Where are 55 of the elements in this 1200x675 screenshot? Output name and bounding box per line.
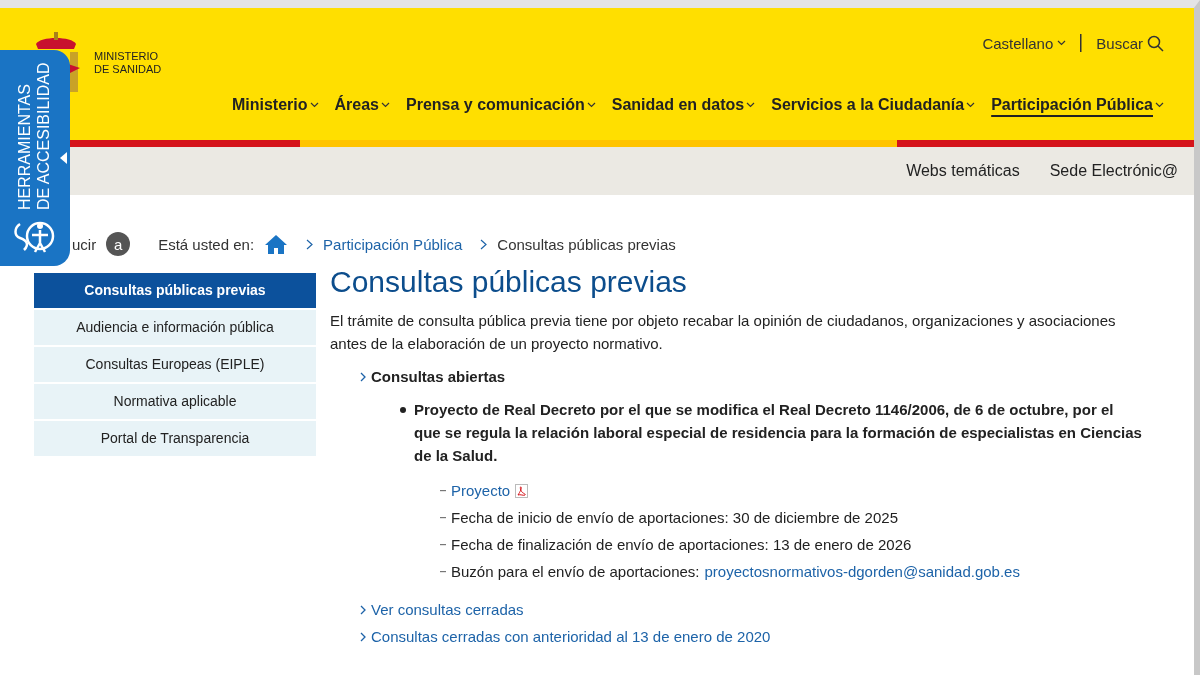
dash-icon	[440, 517, 446, 519]
page-title: Consultas públicas previas	[330, 265, 688, 299]
accessibility-tab[interactable]: HERRAMIENTAS DE ACCESIBILIDAD	[0, 50, 70, 266]
chevron-icon	[360, 604, 366, 615]
reader-badge[interactable]: a	[106, 232, 131, 256]
search-icon	[1147, 34, 1164, 52]
nav-menu-item[interactable]: Ministerio	[231, 96, 319, 118]
bullet-icon	[400, 407, 406, 413]
sidebar-item[interactable]: Normativa aplicable	[34, 384, 316, 419]
detail-text: Fecha de inicio de envío de aportaciones: 30 de diciembre de 2025	[451, 508, 898, 528]
dash-icon	[440, 571, 446, 573]
chevron-icon	[360, 371, 366, 382]
intro-paragraph: El trámite de consulta pública previa tiene por objeto recabar la opinión de ciudadanos, organizaciones y asociaciones antes de la elaboración de un proyecto normativo.	[330, 311, 1117, 354]
breadcrumb-link[interactable]: Participación Pública	[323, 235, 463, 253]
breadcrumb-current: Consultas públicas previas	[497, 235, 676, 253]
nav-menu-item[interactable]: Participación Pública	[991, 96, 1164, 118]
chevron-icon	[360, 631, 366, 642]
breadcrumb-label: Está usted en:	[158, 235, 255, 253]
nav-menu-item[interactable]: Áreas	[334, 96, 390, 118]
nav-menu-item[interactable]: Servicios a la Ciudadanía	[771, 96, 976, 118]
nav-menu-item[interactable]: Sanidad en datos	[611, 96, 756, 118]
chevron-down-icon	[586, 102, 596, 108]
sidebar-item[interactable]: Consultas Europeas (EIPLE)	[34, 347, 316, 382]
chevron-down-icon	[381, 102, 390, 108]
divider-line	[1080, 34, 1083, 52]
reader-label[interactable]: ucir	[72, 235, 97, 253]
language-selector[interactable]: Castellano	[982, 34, 1067, 52]
chevron-right-icon	[480, 238, 488, 250]
search-link[interactable]: Buscar	[1096, 34, 1164, 52]
nav-menu-item[interactable]: Prensa y comunicación	[406, 96, 596, 118]
subnav-link[interactable]: Sede Electrónic@	[1049, 162, 1178, 180]
detail-text: Buzón para el envío de aportaciones:	[451, 562, 700, 582]
section-link[interactable]: Consultas cerradas con anterioridad al 13 de enero de 2020	[371, 625, 771, 648]
home-icon[interactable]	[264, 233, 289, 255]
chevron-down-icon	[1155, 102, 1164, 108]
sidebar-item[interactable]: Consultas públicas previas	[34, 273, 316, 308]
ministry-logo-text: MINISTERIO DE SANIDAD	[94, 50, 162, 76]
section-heading: Consultas abiertas	[371, 367, 506, 387]
dash-icon	[440, 490, 446, 492]
chevron-down-icon	[1057, 40, 1067, 46]
chevron-right-icon	[306, 238, 314, 250]
dash-icon	[440, 544, 446, 546]
chevron-down-icon	[309, 102, 319, 108]
caret-icon	[60, 152, 67, 164]
chevron-down-icon	[966, 102, 976, 108]
email-link[interactable]: proyectosnormativos-dgorden@sanidad.gob.es	[704, 560, 1020, 584]
sidebar-item[interactable]: Portal de Transparencia	[34, 421, 316, 456]
chevron-down-icon	[746, 102, 756, 108]
project-link[interactable]: Proyecto	[451, 479, 511, 503]
pdf-icon	[515, 484, 529, 498]
project-title: Proyecto de Real Decreto por el que se modifica el Real Decreto 1146/2006, de 6 de octubre, por el que se regula la relación laboral especial de residencia para la formación de especialistas en Ciencias de la Salud.	[414, 400, 1142, 466]
detail-text: Fecha de finalización de envío de aportaciones: 13 de enero de 2026	[451, 535, 912, 555]
sidebar-item[interactable]: Audiencia e información pública	[34, 310, 316, 345]
section-link[interactable]: Ver consultas cerradas	[371, 598, 524, 621]
subnav-link[interactable]: Webs temáticas	[906, 162, 1020, 180]
